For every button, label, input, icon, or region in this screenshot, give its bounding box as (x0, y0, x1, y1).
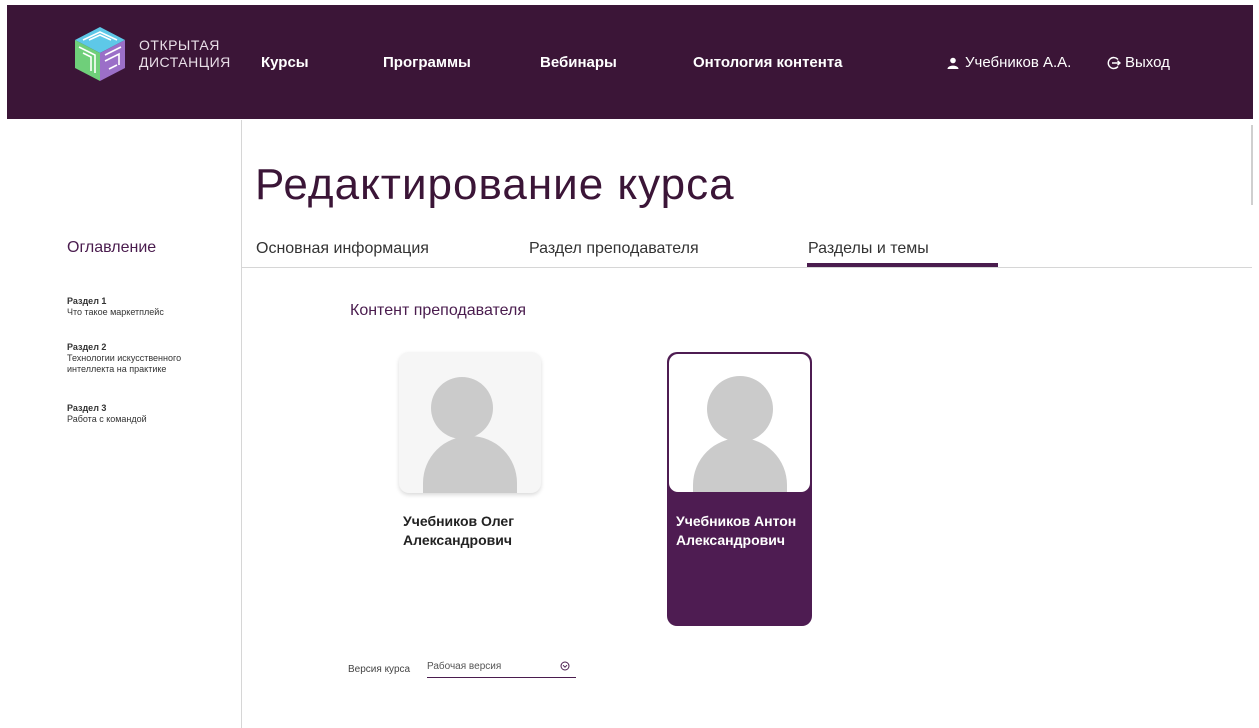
version-select-value: Рабочая версия (427, 661, 502, 672)
toc-title: Оглавление (67, 239, 157, 256)
nav-ontology[interactable]: Онтология контента (693, 54, 843, 71)
avatar-body-shape (423, 436, 517, 493)
avatar-body-shape (693, 438, 787, 492)
toc-item-label: Работа с командой (67, 414, 147, 424)
toc-item-number: Раздел 3 (67, 403, 107, 413)
teacher-card[interactable]: Учебников Олег Александрович (399, 352, 541, 548)
tab-main-info[interactable]: Основная информация (256, 240, 429, 258)
scrollbar[interactable] (1251, 125, 1253, 205)
sidebar-divider (241, 120, 242, 728)
toc-item-section-2[interactable]: Раздел 2 Технологии искусственного интел… (67, 342, 227, 375)
toc-item-section-1[interactable]: Раздел 1 Что такое маркетплейс (67, 296, 164, 318)
avatar-head-shape (431, 377, 493, 439)
tab-active-indicator (807, 263, 998, 267)
teacher-name-line1: Учебников Антон (676, 513, 797, 529)
user-icon (947, 57, 959, 69)
cube-logo-icon (75, 27, 125, 81)
version-label: Версия курса (348, 664, 411, 675)
nav-webinars[interactable]: Вебинары (540, 54, 617, 71)
teacher-name-line2: Александрович (676, 532, 785, 548)
toc-item-label: Что такое маркетплейс (67, 307, 164, 317)
avatar (399, 352, 541, 493)
toc-item-number: Раздел 2 (67, 342, 107, 352)
toc-item-number: Раздел 1 (67, 296, 107, 306)
user-profile[interactable]: Учебников А.А. (947, 54, 1071, 71)
teacher-name-line2: Александрович (403, 532, 512, 548)
tab-sections-topics[interactable]: Разделы и темы (808, 240, 929, 258)
toc-item-label: Технологии искусственного интеллекта на … (67, 353, 182, 374)
nav-programs[interactable]: Программы (383, 54, 471, 71)
brand-name: ОТКРЫТАЯ ДИСТАНЦИЯ (139, 37, 231, 71)
user-name: Учебников А.А. (965, 54, 1072, 71)
top-header: ОТКРЫТАЯ ДИСТАНЦИЯ Курсы Программы Вебин… (7, 5, 1253, 119)
brand-line1: ОТКРЫТАЯ (139, 37, 220, 53)
tab-teacher-section[interactable]: Раздел преподавателя (529, 240, 699, 258)
avatar-head-shape (707, 376, 773, 442)
logout-label: Выход (1125, 54, 1170, 71)
toc-item-section-3[interactable]: Раздел 3 Работа с командой (67, 403, 147, 425)
page-title: Редактирование курса (255, 160, 735, 209)
teacher-card-selected[interactable]: Учебников Антон Александрович (667, 352, 812, 626)
section-title: Контент преподавателя (350, 302, 526, 319)
avatar (669, 354, 810, 492)
teacher-name-line1: Учебников Олег (403, 513, 515, 529)
logout-icon (1107, 56, 1121, 69)
tabs-divider (242, 267, 1252, 268)
brand-line2: ДИСТАНЦИЯ (139, 54, 231, 70)
nav-courses[interactable]: Курсы (261, 54, 309, 71)
chevron-down-icon (560, 661, 570, 671)
teacher-name: Учебников Олег Александрович (403, 512, 514, 550)
brand-logo[interactable]: ОТКРЫТАЯ ДИСТАНЦИЯ (71, 25, 231, 85)
logout-button[interactable]: Выход (1107, 54, 1170, 71)
teacher-name: Учебников Антон Александрович (676, 512, 796, 550)
version-select[interactable]: Рабочая версия (427, 661, 576, 678)
